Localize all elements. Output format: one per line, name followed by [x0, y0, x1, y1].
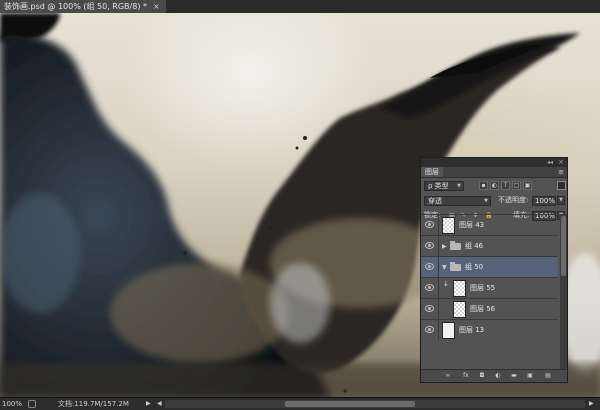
- clipping-mask-icon: ↓: [443, 280, 449, 288]
- filter-kind-label: ρ 类型: [428, 182, 449, 190]
- layer-thumbnail: [442, 217, 455, 234]
- layer-row[interactable]: 图层 43: [421, 214, 558, 236]
- document-tab-bar: 装饰画.psd @ 100% (组 50, RGB/8) * ×: [0, 0, 600, 14]
- layer-name: 图层 56: [470, 305, 496, 313]
- proof-icon[interactable]: [28, 400, 36, 408]
- new-layer-icon[interactable]: ▣: [525, 371, 535, 380]
- layer-thumbnail: [442, 322, 455, 339]
- eye-icon[interactable]: [425, 221, 434, 228]
- divider: [438, 278, 439, 299]
- folder-icon[interactable]: ▬: [509, 371, 519, 380]
- eye-icon[interactable]: [425, 263, 434, 270]
- layer-name: 组 50: [465, 263, 484, 271]
- opacity-slider-arrow-icon[interactable]: ▼: [557, 196, 565, 205]
- document-tab-title: 装饰画.psd @ 100% (组 50, RGB/8) *: [4, 2, 147, 11]
- layers-list: 图层 43 ▶ 组 46 ▼ 组 50 ↓ 图层 55 图层 56 图层 13: [421, 214, 558, 371]
- horizontal-scrollbar[interactable]: [165, 400, 585, 408]
- filter-toggle-icon[interactable]: [557, 181, 566, 190]
- opacity-label: 不透明度:: [498, 196, 529, 204]
- divider: [438, 236, 439, 257]
- filter-row: ρ 类型 ▼ ▪ ◐ T □ ▣: [421, 179, 567, 192]
- folder-icon: [450, 241, 461, 250]
- divider: [438, 320, 439, 341]
- scroll-left-icon[interactable]: ◀: [157, 398, 162, 410]
- trash-icon[interactable]: ▤: [543, 371, 553, 380]
- layer-row[interactable]: ▶ 组 46: [421, 235, 558, 257]
- filter-pixel-icon[interactable]: ▪: [479, 181, 488, 190]
- panel-tab-row: 图层 ≡: [421, 167, 567, 178]
- panel-titlebar[interactable]: ◂◂ ×: [421, 158, 567, 167]
- scroll-right-icon[interactable]: ▶: [589, 398, 594, 410]
- opacity-input[interactable]: 100%: [532, 196, 556, 206]
- close-icon[interactable]: ×: [558, 158, 564, 167]
- layer-name: 组 46: [465, 242, 484, 250]
- eye-icon[interactable]: [425, 305, 434, 312]
- layer-name: 图层 55: [470, 284, 496, 292]
- fx-icon[interactable]: fx: [461, 371, 471, 380]
- eye-icon[interactable]: [425, 242, 434, 249]
- status-bar: 100% 文档:119.7M/157.2M ▶ ◀ ▶: [0, 397, 600, 410]
- status-menu-arrow-icon[interactable]: ▶: [146, 398, 151, 410]
- zoom-level[interactable]: 100%: [2, 398, 22, 410]
- eye-icon[interactable]: [425, 284, 434, 291]
- scrollbar-thumb[interactable]: [561, 216, 566, 276]
- collapsed-arrow-icon[interactable]: ▶: [442, 236, 447, 257]
- close-icon[interactable]: ×: [153, 0, 160, 13]
- folder-icon: [450, 262, 461, 271]
- filter-kind-dropdown[interactable]: ρ 类型 ▼: [424, 181, 464, 191]
- divider: [438, 299, 439, 320]
- scrollbar-thumb[interactable]: [285, 401, 415, 407]
- chevron-down-icon: ▼: [457, 183, 461, 189]
- layer-name: 图层 43: [459, 221, 485, 229]
- layer-thumbnail: [453, 280, 466, 297]
- layer-row[interactable]: ↓ 图层 55: [421, 277, 558, 299]
- filter-type-icon[interactable]: T: [501, 181, 510, 190]
- filter-shape-icon[interactable]: □: [512, 181, 521, 190]
- blend-row: 穿透 ▼ 不透明度: 100% ▼: [421, 194, 567, 207]
- link-icon[interactable]: ∞: [443, 371, 453, 380]
- layer-thumbnail: [453, 301, 466, 318]
- divider: [438, 215, 439, 236]
- adjustment-icon[interactable]: ◐: [493, 371, 503, 380]
- panel-menu-icon[interactable]: ≡: [558, 167, 564, 177]
- tab-layers[interactable]: 图层: [421, 167, 443, 177]
- layers-scrollbar[interactable]: [560, 214, 567, 371]
- panel-footer: ∞ fx ◘ ◐ ▬ ▣ ▤: [421, 369, 567, 382]
- divider: [438, 257, 439, 278]
- mask-icon[interactable]: ◘: [477, 371, 487, 380]
- layer-name: 图层 13: [459, 326, 485, 334]
- layer-row[interactable]: 图层 13: [421, 319, 558, 341]
- filter-adjustment-icon[interactable]: ◐: [490, 181, 499, 190]
- expanded-arrow-icon[interactable]: ▼: [442, 257, 447, 278]
- document-size: 文档:119.7M/157.2M: [58, 400, 129, 408]
- blend-mode-dropdown[interactable]: 穿透 ▼: [424, 196, 491, 206]
- chevron-down-icon: ▼: [484, 198, 488, 204]
- eye-icon[interactable]: [425, 326, 434, 333]
- layer-row-selected[interactable]: ▼ 组 50: [421, 256, 558, 278]
- layer-row[interactable]: 图层 56: [421, 298, 558, 320]
- blend-mode-value: 穿透: [428, 197, 442, 205]
- layers-panel: ◂◂ × 图层 ≡ ρ 类型 ▼ ▪ ◐ T □ ▣ 穿透 ▼ 不透明度: 10…: [420, 157, 568, 383]
- document-tab[interactable]: 装饰画.psd @ 100% (组 50, RGB/8) * ×: [0, 0, 166, 13]
- filter-smart-object-icon[interactable]: ▣: [523, 181, 532, 190]
- collapse-icon[interactable]: ◂◂: [547, 158, 553, 167]
